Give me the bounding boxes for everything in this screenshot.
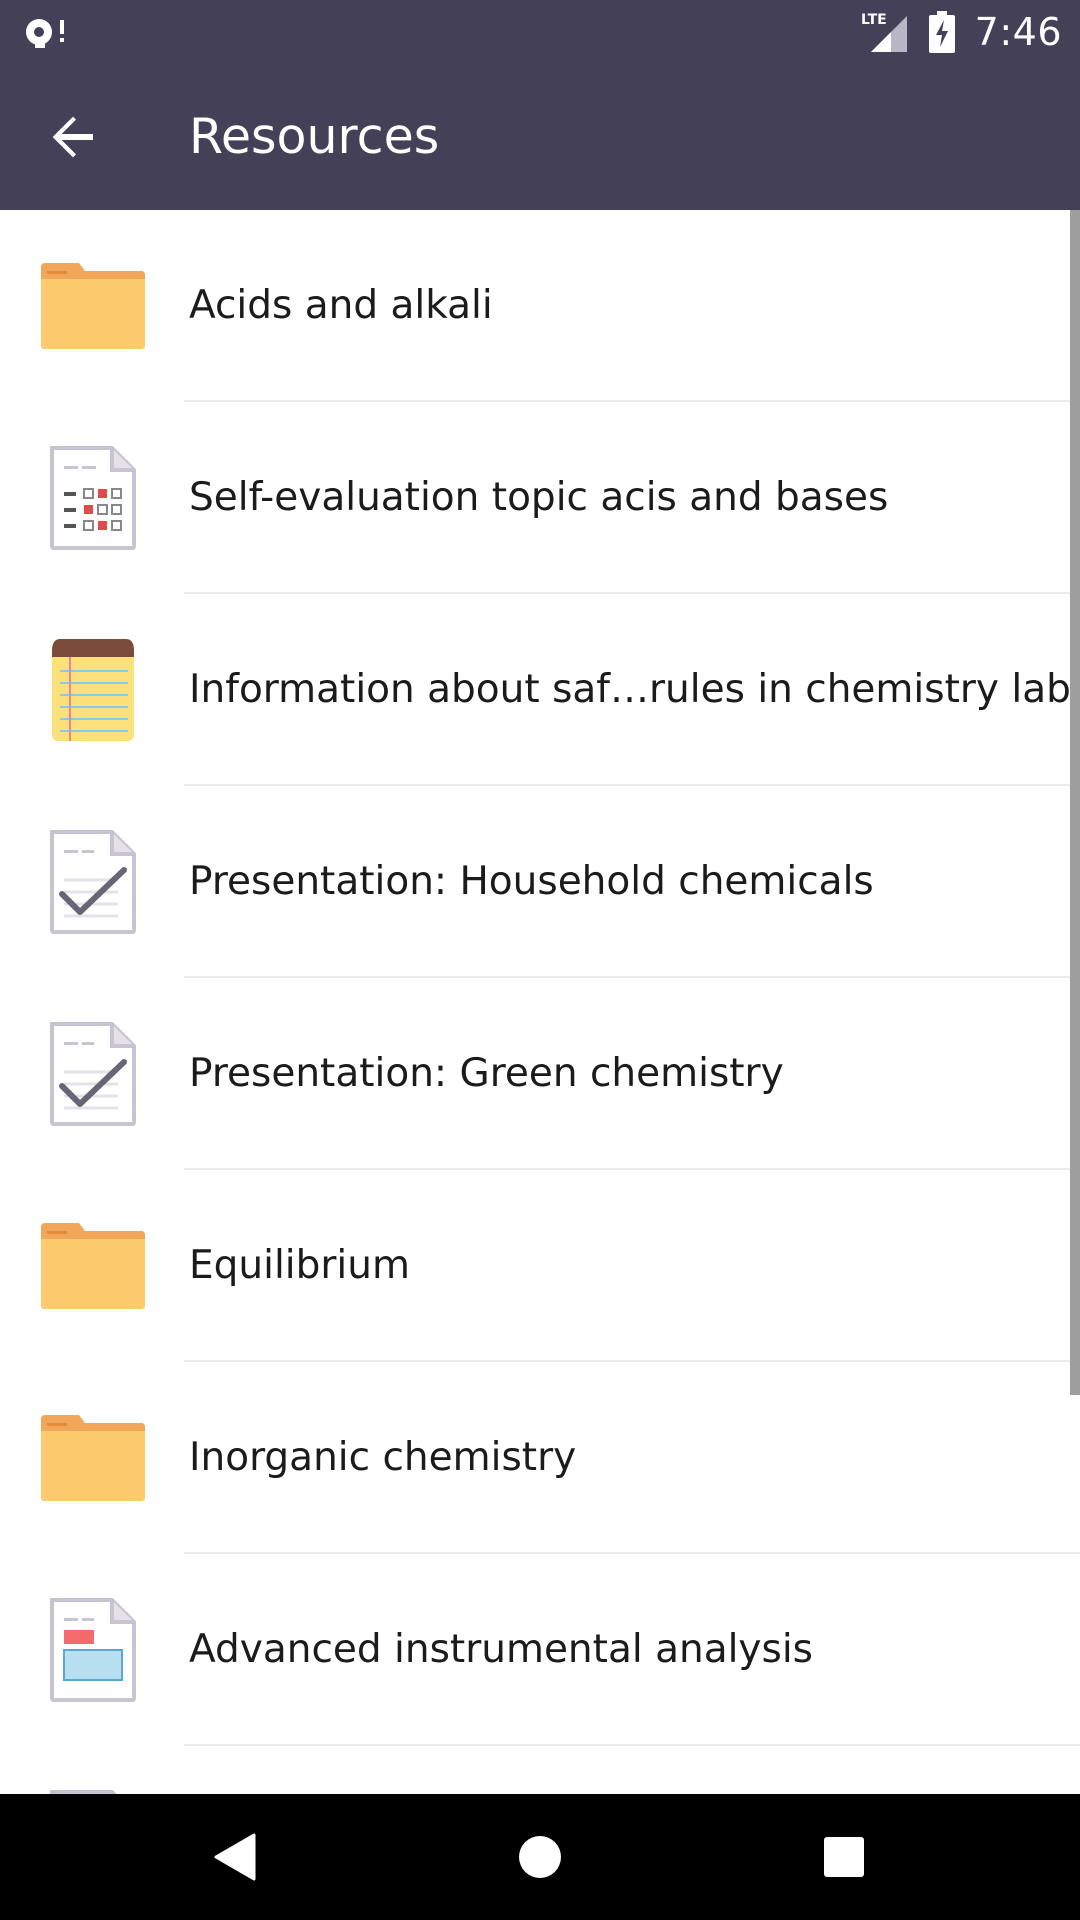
lte-signal-icon: LTE bbox=[861, 12, 907, 52]
folder-icon bbox=[36, 256, 150, 356]
assignment-check-icon bbox=[36, 830, 150, 934]
arrow-back-icon bbox=[52, 116, 93, 158]
resource-item[interactable]: Information about saf…rules in chemistry… bbox=[0, 594, 1080, 786]
status-bar: LTE 7:46 bbox=[0, 0, 1080, 63]
resource-item[interactable]: Inorganic chemistry bbox=[0, 1362, 1080, 1554]
scrollbar[interactable] bbox=[1070, 210, 1080, 1395]
nav-home-button[interactable] bbox=[480, 1794, 600, 1920]
resource-title: Equilibrium bbox=[189, 1243, 410, 1288]
network-type-label: LTE bbox=[861, 12, 887, 28]
resource-item[interactable]: Presentation: Household chemicals bbox=[0, 786, 1080, 978]
nav-recents-button[interactable] bbox=[784, 1794, 904, 1920]
resource-item[interactable]: Self-evaluation topic acis and bases bbox=[0, 402, 1080, 594]
resource-item[interactable]: Advanced instrumental analysis bbox=[0, 1554, 1080, 1746]
status-time: 7:46 bbox=[974, 9, 1062, 54]
resource-item[interactable]: Equilibrium bbox=[0, 1170, 1080, 1362]
resource-item[interactable]: Acids and alkali bbox=[0, 210, 1080, 402]
notification-icon bbox=[26, 19, 64, 48]
battery-charging-icon bbox=[928, 10, 955, 53]
quiz-document-icon bbox=[36, 446, 150, 550]
resource-title: Acids and alkali bbox=[189, 283, 493, 328]
resource-title: Presentation: Household chemicals bbox=[189, 859, 874, 904]
resource-title: Advanced instrumental analysis bbox=[189, 1627, 813, 1672]
resource-item[interactable]: Presentation: Green chemistry bbox=[0, 978, 1080, 1170]
back-button[interactable] bbox=[28, 95, 118, 179]
folder-icon bbox=[36, 1216, 150, 1316]
resource-title: Information about saf…rules in chemistry… bbox=[189, 667, 1071, 712]
nav-back-button[interactable] bbox=[176, 1794, 296, 1920]
resource-list[interactable]: Acids and alkali Self-evaluation topic a… bbox=[0, 210, 1080, 1794]
folder-icon bbox=[36, 1408, 150, 1508]
page-title: Resources bbox=[189, 108, 440, 165]
status-icons: LTE 7:46 bbox=[861, 0, 1062, 63]
system-nav-bar bbox=[0, 1794, 1080, 1920]
page-document-icon bbox=[36, 1598, 150, 1702]
assignment-check-icon bbox=[36, 1022, 150, 1126]
resource-title: Presentation: Green chemistry bbox=[189, 1051, 784, 1096]
resource-title: Inorganic chemistry bbox=[189, 1435, 577, 1480]
resource-item-partial[interactable] bbox=[0, 1746, 1070, 1794]
notepad-icon bbox=[36, 639, 150, 741]
home-circle-icon bbox=[519, 1836, 561, 1878]
app-bar: Resources bbox=[0, 63, 1080, 210]
resource-title: Self-evaluation topic acis and bases bbox=[189, 475, 889, 520]
recents-square-icon bbox=[824, 1837, 864, 1877]
back-triangle-icon bbox=[214, 1833, 256, 1881]
